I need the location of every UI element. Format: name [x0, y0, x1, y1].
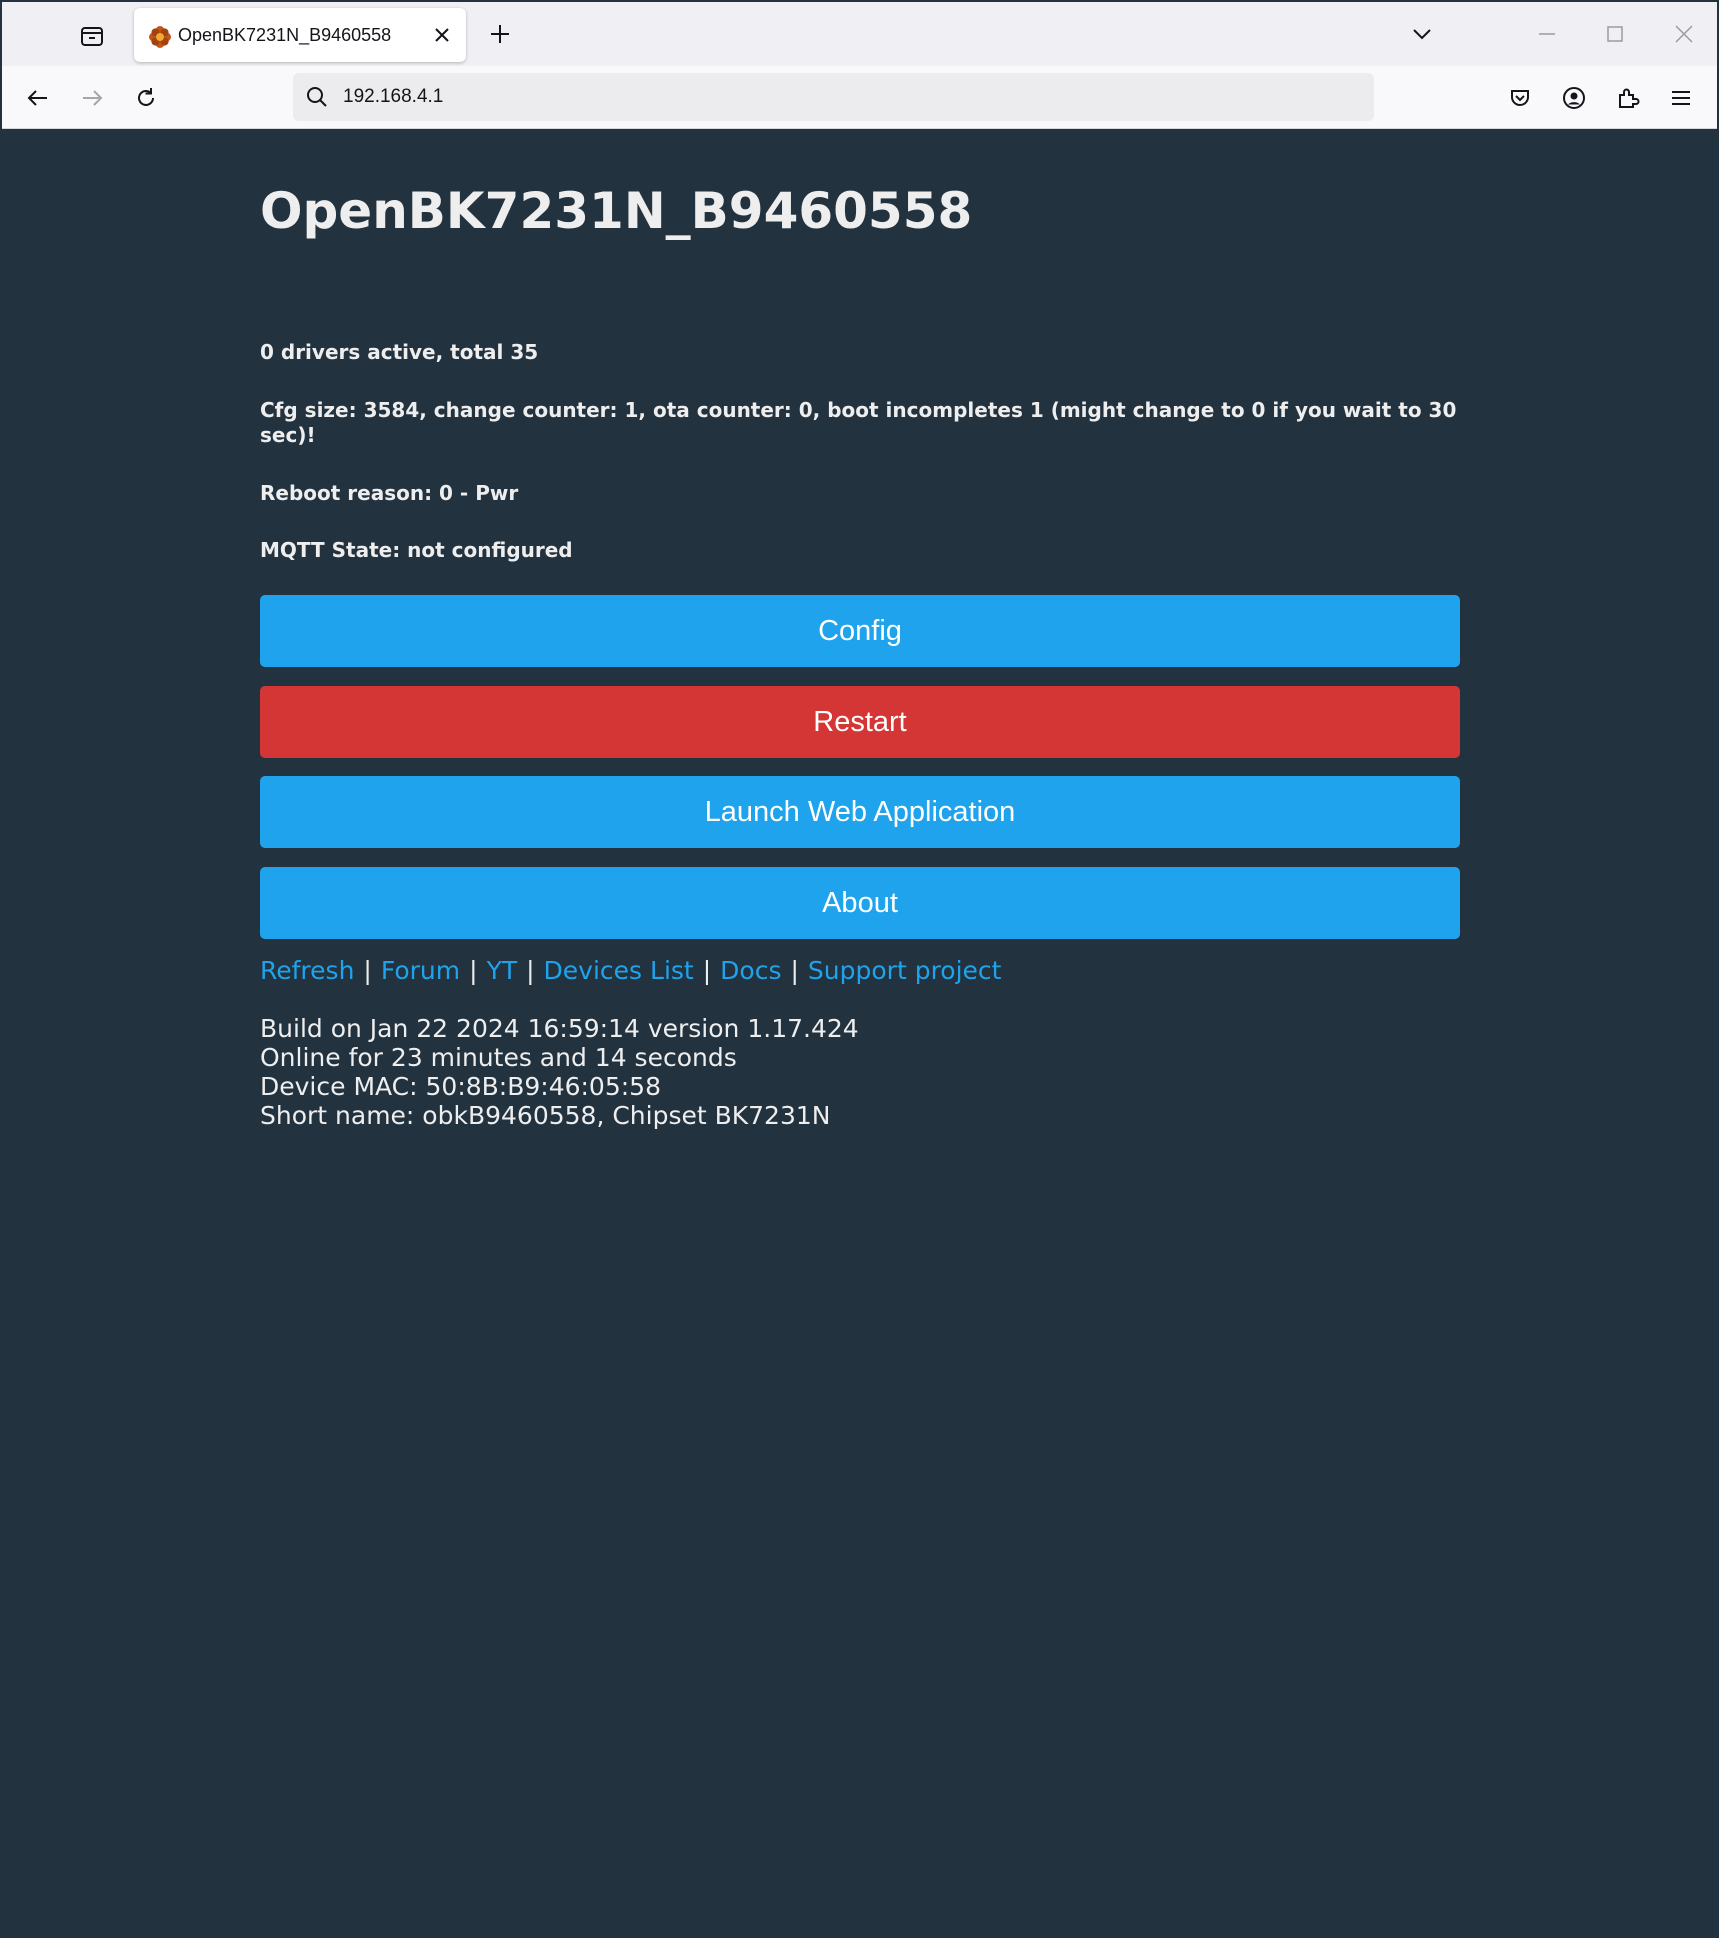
short-name: Short name: obkB9460558, Chipset BK7231N [260, 1101, 831, 1130]
link-separator: | [363, 956, 372, 985]
search-icon [305, 85, 329, 109]
maximize-icon[interactable] [1599, 18, 1631, 50]
pocket-icon[interactable] [1502, 80, 1538, 116]
chevron-down-icon[interactable] [1406, 18, 1438, 50]
device-mac: Device MAC: 50:8B:B9:46:05:58 [260, 1072, 661, 1101]
reload-icon[interactable] [128, 80, 164, 116]
link-separator: | [469, 956, 478, 985]
yt-link[interactable]: YT [487, 956, 518, 985]
browser-window: OpenBK7231N_B9460558 192.168.4.1 OpenBK7… [0, 0, 1719, 1938]
footer-links: Refresh | Forum | YT | Devices List | Docs | Suppo… [260, 956, 1001, 986]
tab-strip: OpenBK7231N_B9460558 [2, 2, 1717, 66]
devices-list-link[interactable]: Devices List [544, 956, 694, 985]
launch-web-application-button[interactable]: Launch Web Application [260, 776, 1460, 848]
flower-favicon-icon [148, 25, 172, 49]
drivers-status: 0 drivers active, total 35 [260, 340, 539, 364]
extensions-icon[interactable] [1610, 80, 1646, 116]
plus-icon[interactable] [484, 18, 516, 50]
navigation-bar: 192.168.4.1 [2, 66, 1717, 129]
refresh-link[interactable]: Refresh [260, 956, 354, 985]
about-button[interactable]: About [260, 867, 1460, 939]
link-separator: | [790, 956, 799, 985]
support-project-link[interactable]: Support project [808, 956, 1002, 985]
config-button[interactable]: Config [260, 595, 1460, 667]
list-all-tabs-icon[interactable] [74, 18, 110, 54]
close-icon[interactable] [430, 23, 454, 47]
build-info: Build on Jan 22 2024 16:59:14 version 1.… [260, 1014, 859, 1043]
url-text[interactable]: 192.168.4.1 [343, 73, 443, 121]
tab-title: OpenBK7231N_B9460558 [178, 25, 392, 45]
forum-link[interactable]: Forum [381, 956, 460, 985]
url-bar[interactable]: 192.168.4.1 [293, 73, 1374, 121]
link-separator: | [526, 956, 535, 985]
forward-arrow-icon[interactable] [74, 80, 110, 116]
reboot-reason: Reboot reason: 0 - Pwr [260, 481, 519, 505]
link-separator: | [702, 956, 712, 985]
restart-button[interactable]: Restart [260, 686, 1460, 758]
account-icon[interactable] [1556, 80, 1592, 116]
config-status: Cfg size: 3584, change counter: 1, ota c… [260, 398, 1457, 447]
minimize-icon[interactable] [1531, 18, 1563, 50]
hamburger-menu-icon[interactable] [1663, 80, 1699, 116]
page-title: OpenBK7231N_B9460558 [260, 182, 973, 240]
back-arrow-icon[interactable] [20, 80, 56, 116]
tab-active[interactable]: OpenBK7231N_B9460558 [134, 8, 466, 62]
device-info: Build on Jan 22 2024 16:59:14 version 1.… [260, 1014, 859, 1130]
online-time: Online for 23 minutes and 14 seconds [260, 1043, 737, 1072]
window-close-icon[interactable] [1668, 18, 1700, 50]
docs-link[interactable]: Docs [720, 956, 781, 985]
mqtt-state: MQTT State: not configured [260, 538, 573, 562]
